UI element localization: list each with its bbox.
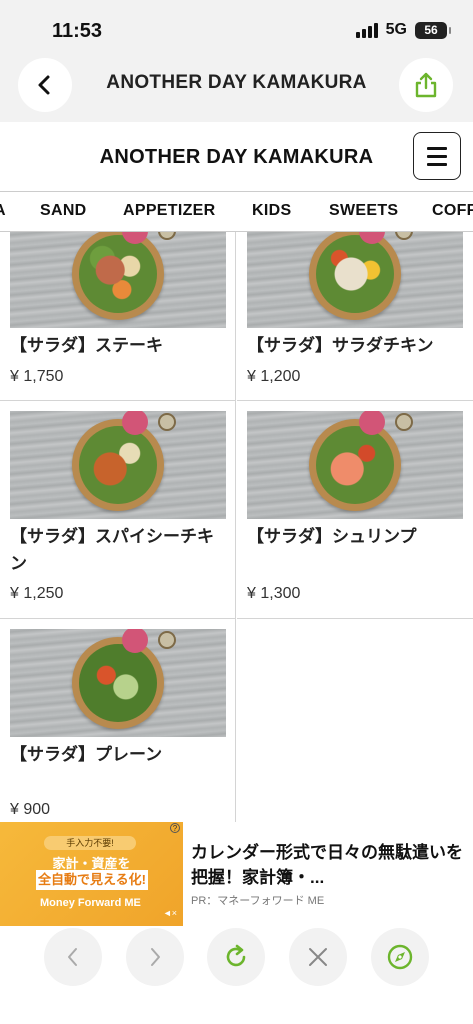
menu-item[interactable]: 【サラダ】シュリンプ ¥ 1,300 bbox=[237, 401, 473, 619]
ad-highlight: 全自動で見える化! bbox=[36, 870, 148, 890]
category-tabs: A SAND APPETIZER KIDS SWEETS COFF bbox=[0, 192, 473, 232]
product-image bbox=[247, 232, 463, 328]
browser-header: ANOTHER DAY KAMAKURA bbox=[0, 58, 473, 122]
status-indicators: 5G 56 bbox=[355, 21, 451, 39]
tab-appetizer[interactable]: APPETIZER bbox=[123, 202, 216, 220]
browser-title: ANOTHER DAY KAMAKURA bbox=[106, 72, 367, 93]
menu-grid: 【サラダ】ステーキ ¥ 1,750 【サラダ】サラダチキン ¥ 1,200 【サ… bbox=[0, 232, 473, 822]
close-button[interactable] bbox=[289, 928, 347, 986]
product-name: 【サラダ】サラダチキン bbox=[247, 336, 434, 355]
share-icon bbox=[415, 72, 437, 98]
product-image bbox=[10, 411, 226, 519]
ad-image[interactable]: 手入力不要! 家計・資産を 全自動で見える化! Money Forward ME… bbox=[0, 822, 183, 926]
chevron-left-icon bbox=[68, 948, 77, 966]
signal-icon bbox=[355, 22, 378, 38]
ad-info-icon[interactable]: ? bbox=[170, 823, 180, 833]
product-name: 【サラダ】スパイシーチキン bbox=[10, 527, 214, 573]
product-price: ¥ 900 bbox=[10, 801, 51, 818]
tab-kids[interactable]: KIDS bbox=[252, 202, 291, 220]
hamburger-menu-icon bbox=[427, 146, 447, 150]
status-time: 11:53 bbox=[52, 20, 103, 42]
share-button[interactable] bbox=[399, 58, 453, 112]
hamburger-menu-button[interactable] bbox=[413, 132, 461, 180]
menu-item[interactable]: 【サラダ】スパイシーチキン ¥ 1,250 bbox=[0, 401, 236, 619]
close-icon bbox=[309, 948, 327, 966]
nav-forward-button[interactable] bbox=[126, 928, 184, 986]
mute-icon[interactable]: ◄× bbox=[163, 908, 177, 918]
product-price: ¥ 1,250 bbox=[10, 585, 64, 602]
reload-button[interactable] bbox=[207, 928, 265, 986]
tab-coffee[interactable]: COFF bbox=[432, 202, 473, 220]
product-image bbox=[247, 411, 463, 519]
battery-icon: 56 bbox=[415, 21, 451, 39]
menu-item[interactable]: 【サラダ】プレーン ¥ 900 bbox=[0, 619, 236, 822]
tab-sweets[interactable]: SWEETS bbox=[329, 202, 398, 220]
product-image bbox=[10, 232, 226, 328]
ad-brand: Money Forward ME bbox=[40, 897, 141, 909]
product-image bbox=[10, 629, 226, 737]
compass-icon bbox=[387, 944, 413, 970]
ad-tag: 手入力不要! bbox=[44, 836, 136, 850]
product-name: 【サラダ】プレーン bbox=[10, 745, 163, 764]
network-type: 5G bbox=[385, 21, 407, 38]
chevron-right-icon bbox=[151, 948, 160, 966]
open-in-browser-button[interactable] bbox=[371, 928, 429, 986]
ad-text[interactable]: カレンダー形式で日々の無駄遣いを把握！家計簿・... bbox=[191, 840, 463, 890]
chevron-left-icon bbox=[38, 75, 50, 95]
bottom-toolbar bbox=[0, 926, 473, 1024]
nav-back-button[interactable] bbox=[44, 928, 102, 986]
reload-icon bbox=[226, 944, 246, 967]
status-bar: 11:53 5G 56 bbox=[0, 0, 473, 58]
menu-item[interactable]: 【サラダ】サラダチキン ¥ 1,200 bbox=[237, 232, 473, 401]
ad-banner-row[interactable]: 手入力不要! 家計・資産を 全自動で見える化! Money Forward ME… bbox=[0, 822, 473, 926]
back-button[interactable] bbox=[18, 58, 72, 112]
tab-partial-left[interactable]: A bbox=[0, 202, 6, 220]
site-header: ANOTHER DAY KAMAKURA bbox=[0, 122, 473, 192]
product-price: ¥ 1,750 bbox=[10, 368, 64, 385]
tab-sand[interactable]: SAND bbox=[40, 202, 87, 220]
product-name: 【サラダ】シュリンプ bbox=[247, 527, 417, 546]
product-price: ¥ 1,300 bbox=[247, 585, 301, 602]
product-price: ¥ 1,200 bbox=[247, 368, 301, 385]
site-title[interactable]: ANOTHER DAY KAMAKURA bbox=[0, 146, 473, 169]
ad-sponsor: PR：マネーフォワード ME bbox=[191, 895, 325, 907]
menu-item[interactable]: 【サラダ】ステーキ ¥ 1,750 bbox=[0, 232, 236, 401]
product-name: 【サラダ】ステーキ bbox=[10, 336, 163, 355]
